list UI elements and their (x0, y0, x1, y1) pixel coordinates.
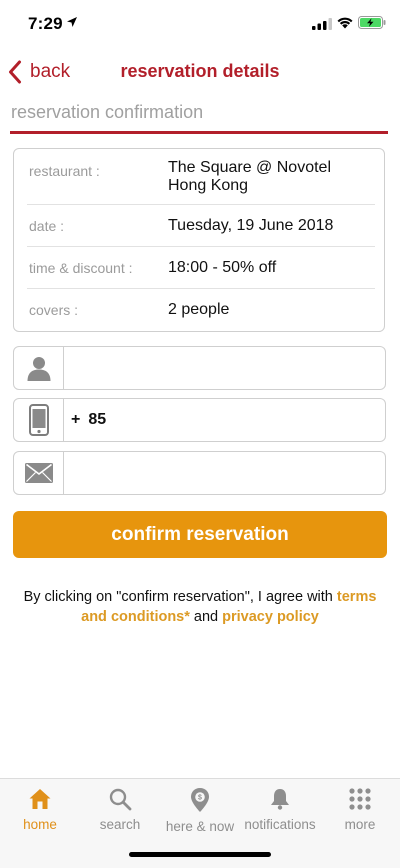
detail-row-date: date : Tuesday, 19 June 2018 (27, 205, 375, 247)
detail-row-restaurant: restaurant : The Square @ Novotel Hong K… (27, 149, 375, 205)
redaction-mask (160, 407, 330, 441)
detail-label: time & discount : (29, 260, 133, 276)
detail-value: 18:00 - 50% off (168, 259, 277, 276)
signal-icon (312, 18, 332, 30)
tab-label: notifications (244, 817, 316, 832)
detail-value: The Square @ Novotel Hong Kong (168, 159, 331, 194)
home-indicator (129, 852, 271, 857)
navigation-bar: back reservation details (0, 52, 400, 90)
detail-label: date : (29, 218, 65, 234)
tab-more[interactable]: more (320, 787, 400, 832)
tab-search[interactable]: search (80, 787, 160, 832)
phone-value[interactable]: + 85 (64, 399, 385, 441)
privacy-policy-link[interactable]: privacy policy (222, 609, 319, 625)
field-icon-box (14, 452, 64, 494)
wifi-icon (337, 17, 353, 29)
email-value[interactable] (64, 452, 385, 494)
detail-row-time-discount: time & discount : 18:00 - 50% off (27, 247, 375, 289)
tab-label: home (23, 817, 57, 832)
section-divider (10, 131, 388, 134)
reservation-details-card: restaurant : The Square @ Novotel Hong K… (13, 148, 385, 332)
tab-label: search (99, 817, 141, 832)
mobile-phone-icon (28, 404, 49, 436)
section-heading: reservation confirmation (11, 102, 204, 122)
bell-icon (271, 789, 289, 810)
search-icon (109, 788, 132, 811)
tab-here-and-now[interactable]: $ here & now (160, 787, 240, 834)
page-title: reservation details (120, 61, 280, 81)
confirm-reservation-button[interactable]: confirm reservation (13, 511, 387, 558)
name-field[interactable] (13, 346, 386, 390)
field-icon-box (14, 399, 64, 441)
svg-text:$: $ (198, 795, 202, 802)
phone-country-prefix: + (71, 411, 81, 428)
grid-dots-icon (349, 788, 371, 810)
terms-text: By clicking on "confirm reservation", I … (23, 589, 337, 605)
map-pin-icon: $ (191, 788, 209, 812)
detail-value: Tuesday, 19 June 2018 (168, 217, 334, 234)
field-icon-box (14, 347, 64, 389)
detail-label: restaurant : (29, 163, 100, 179)
tab-home[interactable]: home (0, 787, 80, 832)
detail-row-covers: covers : 2 people (27, 289, 375, 331)
tab-label: here & now (165, 819, 235, 834)
email-field[interactable] (13, 451, 386, 495)
tab-notifications[interactable]: notifications (240, 787, 320, 832)
phone-field[interactable]: + 85 (13, 398, 386, 442)
phone-number-text: 85 (88, 411, 107, 428)
detail-value: 2 people (168, 301, 230, 318)
detail-label: covers : (29, 302, 79, 318)
envelope-icon (24, 463, 53, 483)
status-time: 7:29 (28, 14, 63, 33)
terms-text-middle: and (189, 609, 223, 625)
person-icon (27, 357, 50, 381)
terms-notice: By clicking on "confirm reservation", I … (10, 587, 390, 627)
name-value[interactable] (64, 347, 385, 389)
location-arrow-icon (67, 17, 77, 27)
status-bar: 7:29 (0, 0, 400, 48)
battery-charging-icon (358, 16, 386, 29)
home-icon (29, 789, 51, 809)
tab-label: more (344, 817, 376, 832)
